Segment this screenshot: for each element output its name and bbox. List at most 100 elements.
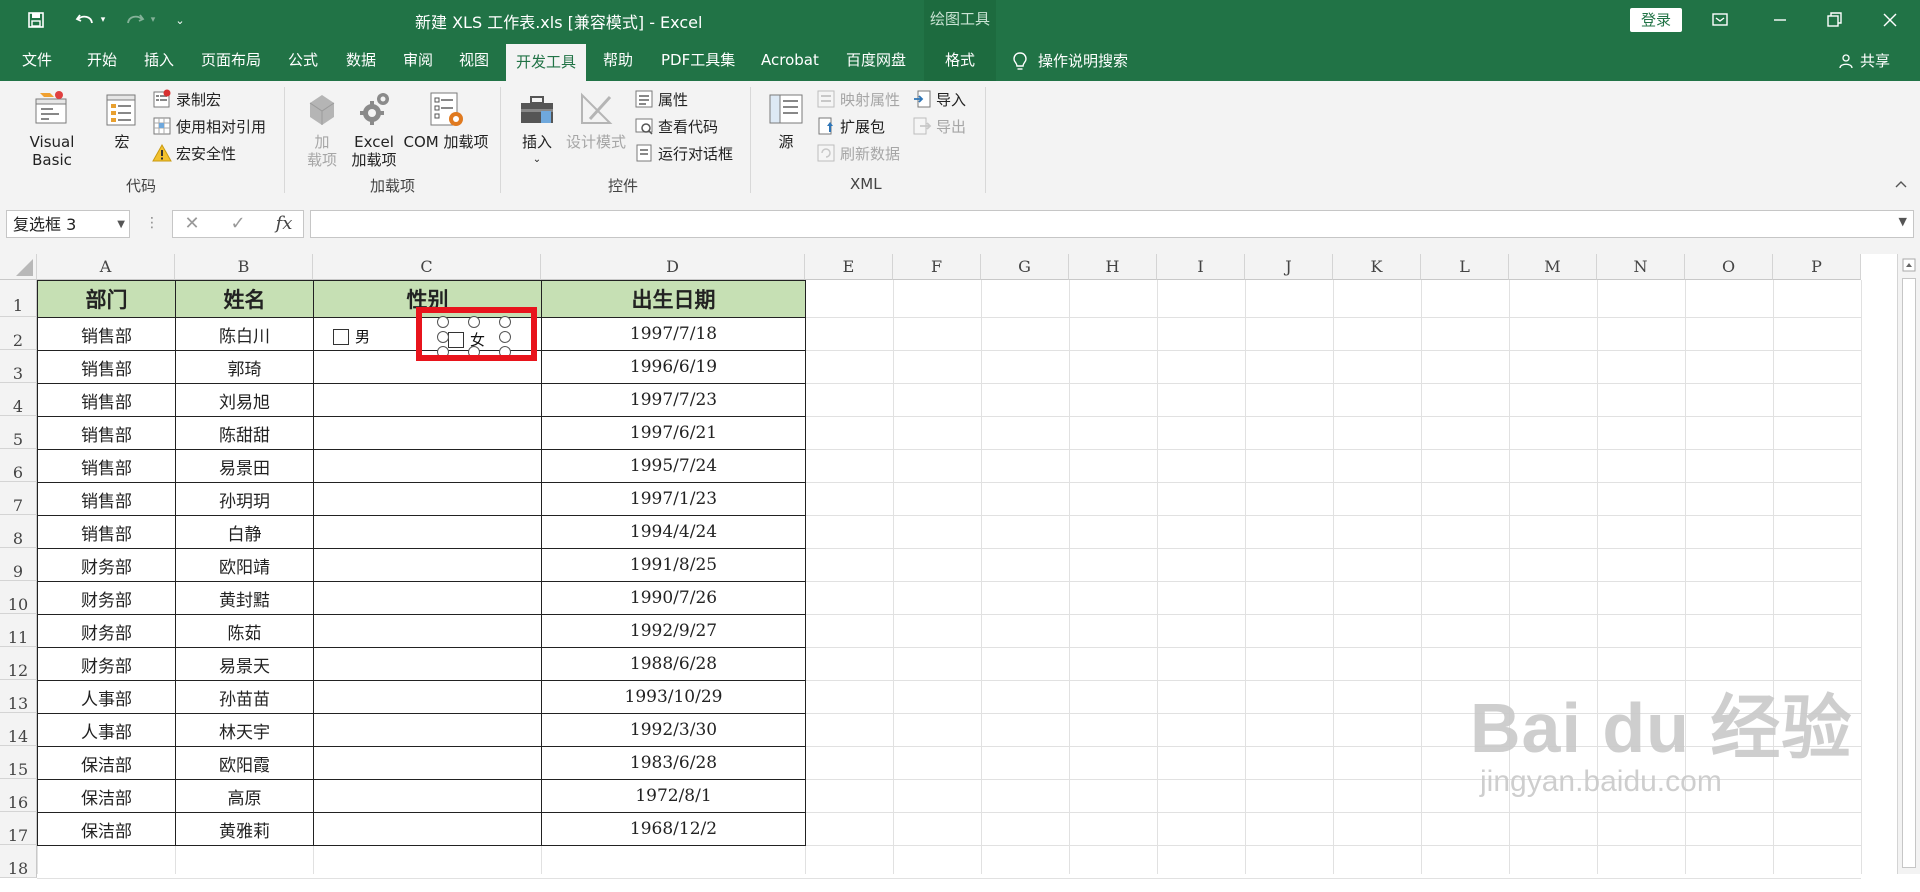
column-header-a[interactable]: A xyxy=(37,254,175,280)
table-cell[interactable]: 黄雅莉 xyxy=(175,812,314,846)
map-properties-button[interactable]: 映射属性 xyxy=(816,87,900,111)
row-header-12[interactable]: 12 xyxy=(0,647,37,680)
scroll-up-icon[interactable] xyxy=(1902,258,1916,272)
insert-function-icon[interactable]: fx xyxy=(264,210,304,238)
formula-input[interactable]: ▼ xyxy=(310,210,1914,238)
table-cell[interactable]: 人事部 xyxy=(37,713,176,747)
scroll-thumb[interactable] xyxy=(1902,278,1916,868)
use-relative-references-button[interactable]: 使用相对引用 xyxy=(152,114,266,138)
table-cell[interactable]: 孙苗苗 xyxy=(175,680,314,714)
table-header-cell[interactable]: 出生日期 xyxy=(541,280,806,318)
table-cell[interactable]: 林天宇 xyxy=(175,713,314,747)
table-cell[interactable] xyxy=(313,680,542,714)
table-cell[interactable] xyxy=(313,581,542,615)
table-cell[interactable]: 财务部 xyxy=(37,647,176,681)
row-header-10[interactable]: 10 xyxy=(0,581,37,614)
enter-icon[interactable]: ✓ xyxy=(218,210,258,238)
addins-button[interactable]: 加 载项 xyxy=(302,89,342,169)
table-cell[interactable]: 1990/7/26 xyxy=(541,581,806,615)
table-cell[interactable]: 陈甜甜 xyxy=(175,416,314,450)
table-cell[interactable]: 1997/7/23 xyxy=(541,383,806,417)
column-header-f[interactable]: F xyxy=(893,254,981,280)
table-cell[interactable] xyxy=(313,416,542,450)
table-cell[interactable]: 欧阳靖 xyxy=(175,548,314,582)
row-header-13[interactable]: 13 xyxy=(0,680,37,713)
table-cell[interactable]: 销售部 xyxy=(37,317,176,351)
undo-dropdown-icon[interactable]: ▾ xyxy=(98,15,108,25)
tab-data[interactable]: 数据 xyxy=(346,40,376,81)
table-cell[interactable] xyxy=(313,713,542,747)
table-cell[interactable] xyxy=(313,515,542,549)
column-header-j[interactable]: J xyxy=(1245,254,1333,280)
tell-me-search[interactable]: 操作说明搜索 xyxy=(1012,40,1128,81)
table-header-cell[interactable]: 部门 xyxy=(37,280,176,318)
tab-formulas[interactable]: 公式 xyxy=(288,40,318,81)
properties-button[interactable]: 属性 xyxy=(634,87,688,111)
login-button[interactable]: 登录 xyxy=(1630,8,1682,32)
table-cell[interactable] xyxy=(313,548,542,582)
column-header-k[interactable]: K xyxy=(1333,254,1421,280)
table-cell[interactable] xyxy=(313,812,542,846)
column-header-i[interactable]: I xyxy=(1157,254,1245,280)
expansion-packs-button[interactable]: 扩展包 xyxy=(816,114,885,138)
tab-view[interactable]: 视图 xyxy=(459,40,489,81)
import-button[interactable]: 导入 xyxy=(912,87,966,111)
expand-formula-bar-icon[interactable]: ▼ xyxy=(1899,215,1907,228)
name-box[interactable]: 复选框 3 ▼ xyxy=(6,210,130,238)
row-header-5[interactable]: 5 xyxy=(0,416,37,449)
table-cell[interactable]: 1991/8/25 xyxy=(541,548,806,582)
row-header-9[interactable]: 9 xyxy=(0,548,37,581)
row-header-18[interactable]: 18 xyxy=(0,845,37,878)
minimize-icon[interactable] xyxy=(1766,6,1794,34)
table-cell[interactable] xyxy=(313,482,542,516)
refresh-data-button[interactable]: 刷新数据 xyxy=(816,141,900,165)
excel-addins-button[interactable]: Excel 加载项 xyxy=(348,89,400,169)
row-header-14[interactable]: 14 xyxy=(0,713,37,746)
table-cell[interactable]: 高原 xyxy=(175,779,314,813)
row-header-3[interactable]: 3 xyxy=(0,350,37,383)
table-cell[interactable]: 孙玥玥 xyxy=(175,482,314,516)
tab-acrobat[interactable]: Acrobat xyxy=(761,40,819,81)
tab-developer[interactable]: 开发工具 xyxy=(506,44,587,81)
table-cell[interactable]: 刘易旭 xyxy=(175,383,314,417)
tab-insert[interactable]: 插入 xyxy=(144,40,174,81)
table-cell[interactable]: 陈白川 xyxy=(175,317,314,351)
row-header-4[interactable]: 4 xyxy=(0,383,37,416)
tab-baidu-netdisk[interactable]: 百度网盘 xyxy=(846,40,906,81)
table-cell[interactable]: 1992/3/30 xyxy=(541,713,806,747)
table-cell[interactable]: 保洁部 xyxy=(37,746,176,780)
table-cell[interactable]: 1997/7/18 xyxy=(541,317,806,351)
row-header-1[interactable]: 1 xyxy=(0,280,37,317)
table-cell[interactable]: 欧阳霞 xyxy=(175,746,314,780)
table-cell[interactable] xyxy=(313,449,542,483)
table-cell[interactable]: 1994/4/24 xyxy=(541,515,806,549)
insert-control-button[interactable]: 插入 ⌄ xyxy=(516,89,558,169)
close-icon[interactable] xyxy=(1876,6,1904,34)
table-cell[interactable]: 黄封黠 xyxy=(175,581,314,615)
row-header-17[interactable]: 17 xyxy=(0,812,37,845)
visual-basic-button[interactable]: Visual Basic xyxy=(10,89,94,169)
table-cell[interactable]: 1995/7/24 xyxy=(541,449,806,483)
formula-bar-grip-icon[interactable]: ⋮ xyxy=(145,215,159,231)
design-mode-button[interactable]: 设计模式 xyxy=(564,89,628,151)
tab-format[interactable]: 格式 xyxy=(924,40,996,81)
table-cell[interactable] xyxy=(313,746,542,780)
select-all-corner[interactable] xyxy=(0,254,37,280)
table-cell[interactable]: 易景天 xyxy=(175,647,314,681)
table-cell[interactable]: 保洁部 xyxy=(37,779,176,813)
record-macro-button[interactable]: 录制宏 xyxy=(152,87,221,111)
ribbon-display-options-icon[interactable] xyxy=(1706,6,1734,34)
table-cell[interactable]: 财务部 xyxy=(37,581,176,615)
column-header-e[interactable]: E xyxy=(805,254,893,280)
save-icon[interactable] xyxy=(24,8,48,32)
row-header-7[interactable]: 7 xyxy=(0,482,37,515)
customize-qat-icon[interactable]: ⌄ xyxy=(170,14,190,27)
share-button[interactable]: 共享 xyxy=(1838,40,1890,81)
column-header-o[interactable]: O xyxy=(1685,254,1773,280)
table-cell[interactable]: 1997/6/21 xyxy=(541,416,806,450)
table-cell[interactable]: 销售部 xyxy=(37,482,176,516)
row-header-8[interactable]: 8 xyxy=(0,515,37,548)
table-cell[interactable]: 销售部 xyxy=(37,449,176,483)
table-cell[interactable] xyxy=(313,383,542,417)
row-header-6[interactable]: 6 xyxy=(0,449,37,482)
